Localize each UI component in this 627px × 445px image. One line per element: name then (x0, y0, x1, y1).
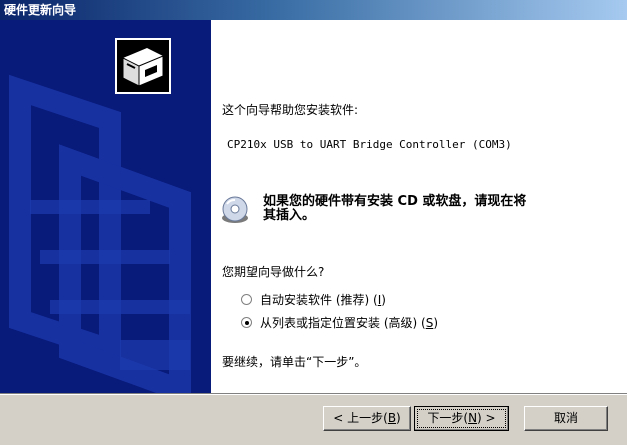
next-button[interactable]: 下一步(N) > (414, 406, 509, 431)
cancel-button[interactable]: 取消 (524, 406, 608, 431)
next-button-text: 下一步( (427, 411, 469, 425)
option-auto-install-text: 自动安装软件 (推荐) ( (260, 293, 378, 307)
cd-prompt-line2: 其插入。 (263, 208, 316, 223)
cd-prompt-line1: 如果您的硬件带有安装 CD 或软盘，请现在将 (263, 194, 527, 209)
hardware-update-wizard-window: 硬件更新向导 这个向导帮助您安装软件: CP210x USB to UART B… (0, 0, 627, 445)
next-button-suffix: ) > (477, 411, 496, 425)
wizard-side-panel (0, 20, 211, 393)
back-button[interactable]: < 上一步(B) (323, 406, 411, 431)
continue-text: 要继续，请单击“下一步”。 (222, 355, 367, 369)
title-bar: 硬件更新向导 (0, 0, 627, 20)
option-manual-install-suffix: ) (433, 316, 438, 330)
option-auto-install[interactable]: 自动安装软件 (推荐) (I) (241, 291, 386, 308)
option-manual-install-label: 从列表或指定位置安装 (高级) (S) (260, 314, 438, 331)
option-manual-install[interactable]: 从列表或指定位置安装 (高级) (S) (241, 314, 438, 331)
wizard-content: 这个向导帮助您安装软件: CP210x USB to UART Bridge C… (211, 20, 627, 393)
window-title: 硬件更新向导 (4, 3, 77, 17)
option-auto-install-label: 自动安装软件 (推荐) (I) (260, 291, 386, 308)
back-button-suffix: ) (396, 411, 401, 425)
radio-auto-install[interactable] (241, 294, 252, 305)
question-text: 您期望向导做什么? (222, 265, 325, 279)
cancel-button-text: 取消 (553, 411, 578, 425)
footer-divider (0, 393, 627, 395)
intro-text: 这个向导帮助您安装软件: (222, 103, 359, 117)
back-button-text: < 上一步( (333, 411, 388, 425)
back-button-hotkey: B (387, 411, 397, 425)
next-button-hotkey: N (468, 411, 478, 425)
option-manual-install-text: 从列表或指定位置安装 (高级) ( (260, 316, 426, 330)
option-auto-install-suffix: ) (381, 293, 386, 307)
device-name: CP210x USB to UART Bridge Controller (CO… (227, 138, 512, 151)
cd-disc-icon (219, 194, 251, 226)
hardware-box-icon (115, 38, 171, 94)
radio-manual-install[interactable] (241, 317, 252, 328)
side-panel-graphic (0, 20, 211, 393)
